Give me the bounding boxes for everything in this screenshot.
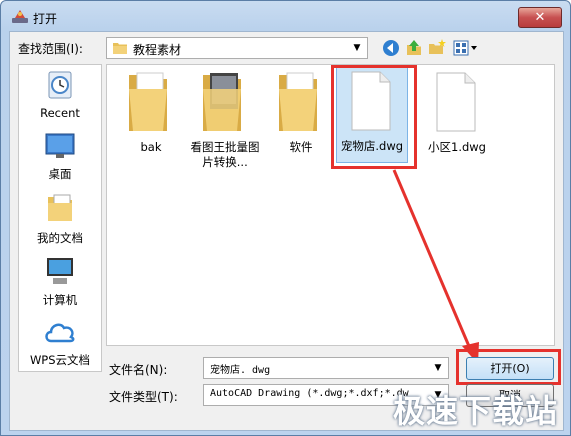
desktop-icon [45, 133, 75, 158]
file-name: 看图王批量图片转换... [190, 140, 260, 169]
place-recent[interactable]: Recent [19, 69, 101, 120]
file-name: 软件 [289, 140, 313, 154]
chevron-down-icon[interactable]: ▼ [430, 360, 446, 376]
chevron-down-icon[interactable]: ▼ [349, 40, 365, 56]
folder-icon [129, 72, 167, 131]
look-in-combobox[interactable]: 教程素材 ▼ [106, 37, 368, 59]
app-icon [12, 10, 28, 23]
window-title: 打开 [33, 12, 58, 26]
title-bar[interactable]: 打开 ✕ [1, 1, 570, 31]
place-label: Recent [40, 106, 80, 120]
annotation-highlight-file [331, 65, 417, 169]
watermark: 极速下载站 [393, 392, 559, 430]
recent-places-icon [48, 71, 72, 99]
filetype-label: 文件类型(T): [109, 390, 178, 404]
computer-icon [47, 258, 73, 284]
up-folder-icon[interactable] [404, 38, 424, 58]
folder-icon [279, 72, 317, 131]
place-computer[interactable]: 计算机 [19, 255, 101, 308]
look-in-value: 教程素材 [133, 43, 182, 57]
filetype-value: AutoCAD Drawing (*.dwg;*.dxf;*.dw [210, 388, 409, 399]
place-label: 桌面 [48, 167, 72, 181]
places-bar: Recent 桌面 我的文档 计算机 WPS云文档 [18, 64, 102, 372]
look-in-label: 查找范围(I): [18, 42, 83, 56]
wps-cloud-icon [45, 323, 75, 343]
place-label: WPS云文档 [29, 353, 91, 367]
view-menu-icon[interactable] [452, 38, 478, 58]
new-folder-icon[interactable] [427, 38, 447, 58]
place-label: 计算机 [42, 293, 78, 307]
file-item-software[interactable]: 软件 [265, 67, 337, 155]
my-documents-icon [48, 194, 72, 221]
annotation-highlight-open [456, 349, 561, 385]
place-wps-cloud[interactable]: WPS云文档 [19, 317, 101, 368]
back-icon[interactable] [381, 38, 401, 58]
blank-document-icon [436, 72, 476, 132]
file-item-xiaoqu[interactable]: 小区1.dwg [421, 67, 493, 155]
folder-icon [113, 43, 127, 54]
filename-value: 宠物店. dwg [210, 365, 271, 376]
place-desktop[interactable]: 桌面 [19, 131, 101, 182]
file-item-folder-kantuwang[interactable]: 看图王批量图片转换... [185, 67, 265, 170]
filename-label: 文件名(N): [109, 363, 168, 377]
file-name: bak [140, 140, 162, 154]
file-item-bak[interactable]: bak [115, 67, 187, 155]
place-my-documents[interactable]: 我的文档 [19, 191, 101, 246]
close-button[interactable]: ✕ [518, 7, 562, 28]
folder-with-images-icon [203, 73, 241, 131]
place-label: 我的文档 [37, 231, 83, 245]
filename-input[interactable]: 宠物店. dwg ▼ [203, 357, 449, 379]
file-name: 小区1.dwg [428, 140, 486, 154]
